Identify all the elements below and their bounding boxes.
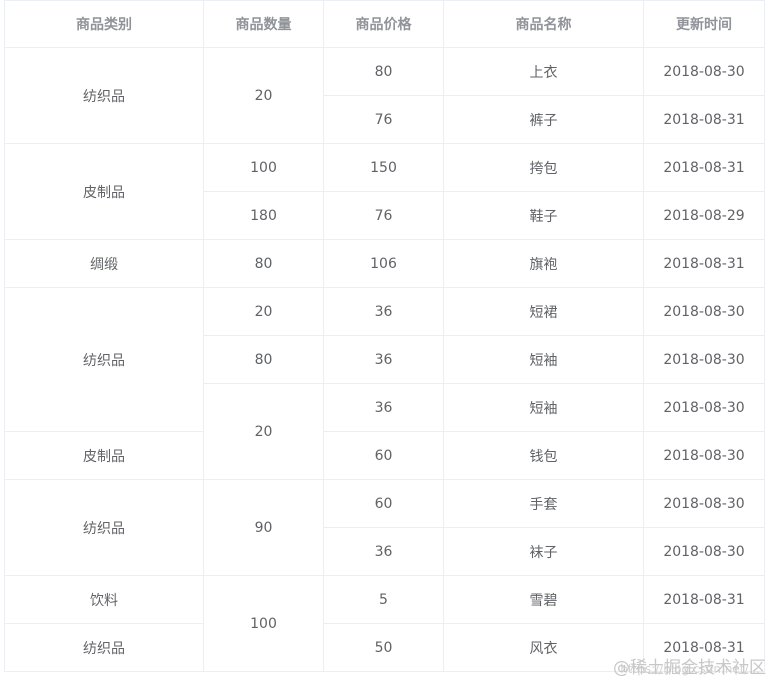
- date-cell: 2018-08-31: [643, 143, 765, 192]
- date-cell: 2018-08-30: [643, 383, 765, 432]
- category-cell: 纺织品: [4, 287, 204, 432]
- header-quantity[interactable]: 商品数量: [203, 0, 324, 48]
- category-cell: 皮制品: [4, 431, 204, 480]
- date-cell: 2018-08-30: [643, 431, 765, 480]
- price-cell: 76: [323, 95, 444, 144]
- category-cell: 绸缎: [4, 239, 204, 288]
- header-name[interactable]: 商品名称: [443, 0, 644, 48]
- table-row[interactable]: 绸缎 80 106 旗袍 2018-08-31: [4, 239, 765, 288]
- date-cell: 2018-08-29: [643, 191, 765, 240]
- table-row[interactable]: 纺织品 20 80 上衣 2018-08-30: [4, 47, 765, 144]
- name-cell: 手套: [443, 479, 644, 528]
- date-cell: 2018-08-31: [643, 575, 765, 624]
- category-cell: 纺织品: [4, 47, 204, 144]
- name-cell: 鞋子: [443, 191, 644, 240]
- table-header-row: 商品类别 商品数量 商品价格 商品名称 更新时间: [4, 0, 765, 48]
- date-cell: 2018-08-30: [643, 479, 765, 528]
- price-cell: 36: [323, 383, 444, 432]
- quantity-cell: 100: [203, 143, 324, 192]
- name-cell: 短袖: [443, 335, 644, 384]
- price-cell: 5: [323, 575, 444, 624]
- price-cell: 50: [323, 623, 444, 672]
- price-cell: 106: [323, 239, 444, 288]
- name-cell: 挎包: [443, 143, 644, 192]
- date-cell: 2018-08-30: [643, 47, 765, 96]
- category-cell: 纺织品: [4, 479, 204, 576]
- header-price[interactable]: 商品价格: [323, 0, 444, 48]
- quantity-cell: 180: [203, 191, 324, 240]
- name-cell: 钱包: [443, 431, 644, 480]
- price-cell: 60: [323, 431, 444, 480]
- name-cell: 短裙: [443, 287, 644, 336]
- price-cell: 36: [323, 287, 444, 336]
- date-cell: 2018-08-31: [643, 239, 765, 288]
- category-cell: 饮料: [4, 575, 204, 624]
- date-cell: 2018-08-30: [643, 287, 765, 336]
- quantity-cell: 100: [203, 575, 324, 672]
- header-date[interactable]: 更新时间: [643, 0, 765, 48]
- name-cell: 裤子: [443, 95, 644, 144]
- table-row[interactable]: 纺织品 20 36 短裙 2018-08-30: [4, 287, 765, 432]
- category-cell: 纺织品: [4, 623, 204, 672]
- quantity-cell: 90: [203, 479, 324, 576]
- price-cell: 76: [323, 191, 444, 240]
- quantity-cell: 80: [203, 335, 324, 384]
- header-category[interactable]: 商品类别: [4, 0, 204, 48]
- name-cell: 上衣: [443, 47, 644, 96]
- price-cell: 150: [323, 143, 444, 192]
- date-cell: 2018-08-31: [643, 95, 765, 144]
- table-row[interactable]: 纺织品 90 60 手套 2018-08-30: [4, 479, 765, 576]
- date-cell: 2018-08-30: [643, 527, 765, 576]
- table-row[interactable]: 皮制品 100 150 挎包 2018-08-31: [4, 143, 765, 240]
- quantity-cell: 80: [203, 239, 324, 288]
- category-cell: 皮制品: [4, 143, 204, 240]
- price-cell: 36: [323, 527, 444, 576]
- watermark-site: @稀土掘金技术社区: [613, 658, 766, 678]
- quantity-cell: 20: [203, 383, 324, 480]
- name-cell: 短袖: [443, 383, 644, 432]
- date-cell: 2018-08-30: [643, 335, 765, 384]
- table-row[interactable]: 皮制品 60 钱包 2018-08-30: [4, 431, 765, 480]
- name-cell: 雪碧: [443, 575, 644, 624]
- quantity-cell: 20: [203, 47, 324, 144]
- name-cell: 旗袍: [443, 239, 644, 288]
- table-row[interactable]: 饮料 100 5 雪碧 2018-08-31: [4, 575, 765, 672]
- price-cell: 60: [323, 479, 444, 528]
- price-cell: 80: [323, 47, 444, 96]
- product-table: 商品类别 商品数量 商品价格 商品名称 更新时间 纺织品 20 80 上衣 20…: [4, 0, 765, 672]
- quantity-cell: 20: [203, 287, 324, 336]
- price-cell: 36: [323, 335, 444, 384]
- name-cell: 袜子: [443, 527, 644, 576]
